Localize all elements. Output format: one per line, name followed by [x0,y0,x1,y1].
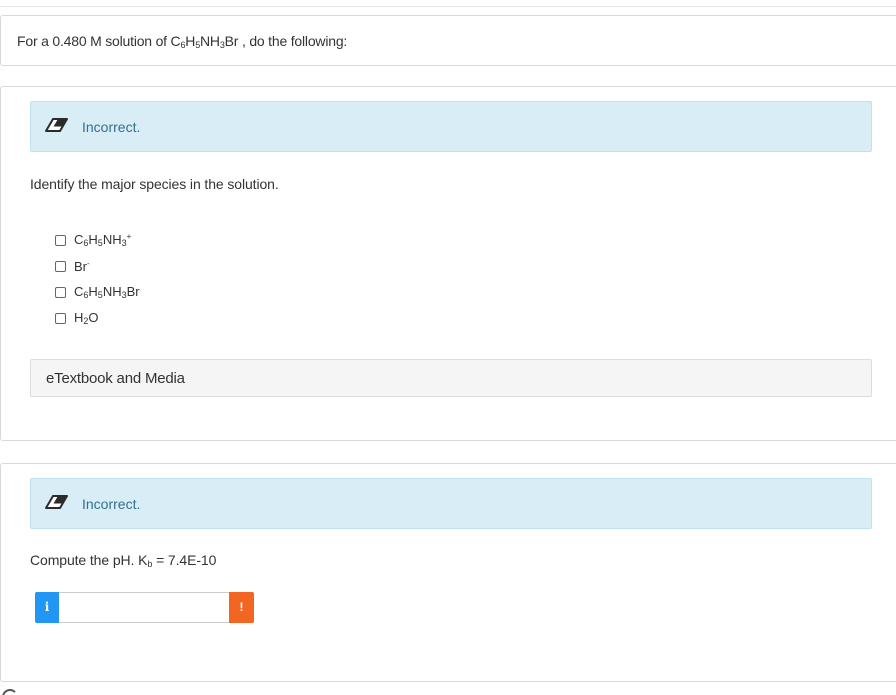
checkbox[interactable] [55,286,66,298]
answer-row: i ! [35,592,254,623]
etextbook-label: eTextbook and Media [46,370,185,387]
feedback-banner: Incorrect. [30,101,872,152]
option-h2o[interactable]: H2O [55,305,140,331]
option-label: C6H5NH3+ [74,232,132,248]
ph-answer-input[interactable] [59,592,229,623]
species-options: C6H5NH3+ Br- C6H5NH3Br H2O [55,227,140,331]
loading-spinner-icon [2,689,18,695]
option-label: C6H5NH3Br [74,284,140,300]
option-label: H2O [74,310,99,326]
part-2-card: Incorrect. Compute the pH. Kb = 7.4E-10 … [0,463,896,682]
option-label: Br- [74,258,90,274]
feedback-text: Incorrect. [82,496,141,512]
eraser-icon [45,495,68,509]
problem-prompt: For a 0.480 M solution of C6H5NH3Br , do… [17,33,348,50]
info-icon[interactable]: i [35,592,59,623]
option-c6h5nh3-plus[interactable]: C6H5NH3+ [55,227,140,253]
top-divider [0,6,896,7]
checkbox[interactable] [55,312,66,324]
problem-prompt-card: For a 0.480 M solution of C6H5NH3Br , do… [0,15,896,66]
question-text: Identify the major species in the soluti… [30,176,279,192]
checkbox[interactable] [55,234,66,246]
etextbook-media-button[interactable]: eTextbook and Media [30,359,872,397]
feedback-text: Incorrect. [82,119,141,135]
option-br-minus[interactable]: Br- [55,253,140,279]
question-text: Compute the pH. Kb = 7.4E-10 [30,552,217,569]
checkbox[interactable] [55,260,66,272]
feedback-banner: Incorrect. [30,478,872,529]
option-c6h5nh3br[interactable]: C6H5NH3Br [55,279,140,305]
part-1-card: Incorrect. Identify the major species in… [0,86,896,441]
eraser-icon [45,118,68,132]
warning-icon[interactable]: ! [229,592,254,623]
